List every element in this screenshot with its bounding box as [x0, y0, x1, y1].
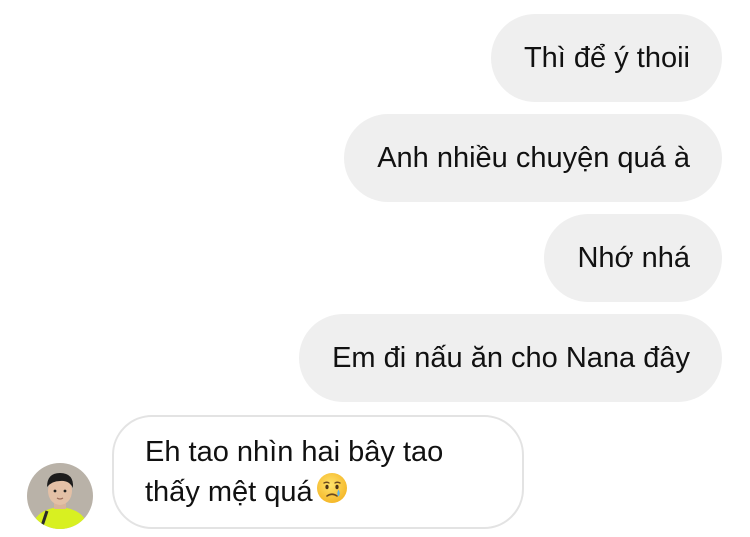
crying-face-icon	[315, 471, 349, 515]
message-bubble-received[interactable]: Eh tao nhìn hai bây tao thấy mệt quá	[112, 415, 524, 529]
message-text: Anh nhiều chuyện quá à	[377, 142, 690, 174]
message-bubble-sent[interactable]: Nhớ nhá	[544, 214, 722, 302]
message-text-line: Eh tao nhìn hai bây tao	[145, 436, 444, 468]
message-text: Em đi nấu ăn cho Nana đây	[332, 342, 690, 374]
message-text: Thì để ý thoii	[523, 42, 690, 74]
message-bubble-sent[interactable]: Thì để ý thoii	[490, 14, 722, 102]
message-bubble-sent[interactable]: Anh nhiều chuyện quá à	[344, 114, 722, 202]
message-text-line: thấy mệt quá	[145, 471, 502, 515]
message-bubble-sent[interactable]: Em đi nấu ăn cho Nana đây	[299, 314, 722, 402]
avatar[interactable]	[27, 463, 93, 529]
message-text: Nhớ nhá	[577, 242, 690, 274]
